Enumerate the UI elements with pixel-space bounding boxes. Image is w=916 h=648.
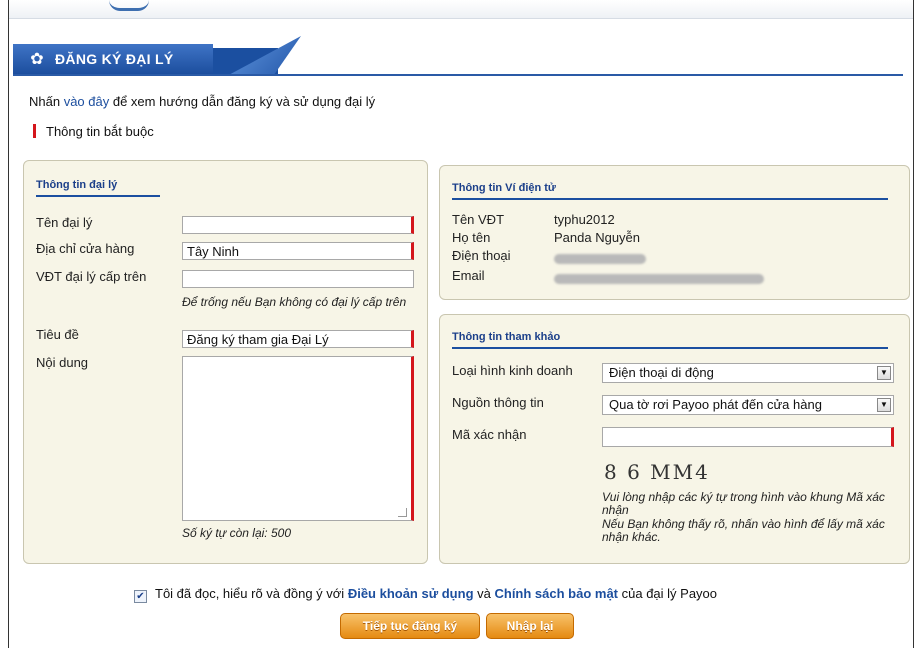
logo-swoosh [109, 0, 149, 11]
chevron-down-icon[interactable]: ▼ [877, 366, 891, 380]
required-legend: Thông tin bắt buộc [33, 124, 154, 139]
subject-input[interactable]: Đăng ký tham gia Đại Lý [182, 330, 414, 348]
phone-redacted [554, 254, 646, 264]
resize-handle[interactable] [398, 508, 407, 517]
vdt-value: typhu2012 [554, 212, 615, 227]
business-type-label: Loại hình kinh doanh [452, 363, 573, 378]
parent-agent-input[interactable] [182, 270, 414, 288]
email-label: Email [452, 268, 485, 283]
agent-info-panel: Thông tin đại lý Tên đại lý Địa chỉ cửa … [23, 160, 428, 564]
reset-button[interactable]: Nhập lại [486, 613, 574, 639]
agent-name-input[interactable] [182, 216, 414, 234]
continue-button[interactable]: Tiếp tục đăng ký [340, 613, 480, 639]
reference-info-panel: Thông tin tham khảo Loại hình kinh doanh… [439, 314, 910, 564]
source-label: Nguồn thông tin [452, 395, 544, 410]
intro-text: Nhấn vào đây để xem hướng dẫn đăng ký và… [29, 94, 376, 109]
phone-label: Điện thoại [452, 248, 511, 263]
captcha-hint-1: Vui lòng nhập các ký tự trong hình vào k… [602, 490, 885, 517]
section-header: ✿ ĐĂNG KÝ ĐẠI LÝ [13, 36, 903, 76]
chevron-down-icon[interactable]: ▼ [877, 398, 891, 412]
top-strip [9, 0, 913, 19]
captcha-image[interactable]: 8 6 MM4 [604, 460, 710, 484]
page-title: ĐĂNG KÝ ĐẠI LÝ [55, 51, 174, 67]
address-input[interactable]: Tây Ninh [182, 242, 414, 260]
content-textarea[interactable] [182, 356, 414, 521]
fullname-value: Panda Nguyễn [554, 230, 641, 245]
terms-link[interactable]: Điều khoản sử dụng [348, 586, 474, 601]
wallet-info-panel: Thông tin Ví điện tử Tên VĐT typhu2012 H… [439, 165, 910, 300]
handshake-icon: ✿ [30, 51, 44, 68]
chars-left: Số ký tự còn lại: 500 [182, 526, 291, 540]
privacy-link[interactable]: Chính sách bảo mật [494, 586, 618, 601]
subject-label: Tiêu đề [36, 327, 79, 342]
captcha-input[interactable] [602, 427, 894, 447]
address-label: Địa chỉ cửa hàng [36, 241, 135, 256]
source-select[interactable]: Qua tờ rơi Payoo phát đến cửa hàng ▼ [602, 395, 894, 415]
required-marker [33, 124, 36, 138]
fullname-label: Họ tên [452, 230, 491, 245]
parent-agent-hint: Để trống nếu Bạn không có đại lý cấp trê… [182, 295, 407, 309]
page-frame: ✿ ĐĂNG KÝ ĐẠI LÝ Nhấn vào đây để xem hướ… [8, 0, 914, 648]
agent-panel-title: Thông tin đại lý [36, 179, 118, 191]
captcha-label: Mã xác nhận [452, 427, 527, 442]
agent-name-label: Tên đại lý [36, 215, 93, 230]
content-label: Nội dung [36, 355, 89, 370]
agree-checkbox[interactable]: ✔ [134, 590, 147, 603]
business-type-select[interactable]: Điện thoại di động ▼ [602, 363, 894, 383]
email-redacted [554, 274, 764, 284]
vdt-label: Tên VĐT [452, 212, 505, 227]
agreement-row: ✔ Tôi đã đọc, hiểu rõ và đồng ý với Điều … [134, 586, 717, 603]
guide-link[interactable]: vào đây [64, 94, 110, 109]
reference-panel-title: Thông tin tham khảo [452, 331, 561, 343]
captcha-hint-2: Nếu Bạn không thấy rõ, nhấn vào hình để … [602, 517, 885, 544]
wallet-panel-title: Thông tin Ví điện tử [452, 182, 556, 194]
parent-agent-label: VĐT đại lý cấp trên [36, 269, 147, 284]
